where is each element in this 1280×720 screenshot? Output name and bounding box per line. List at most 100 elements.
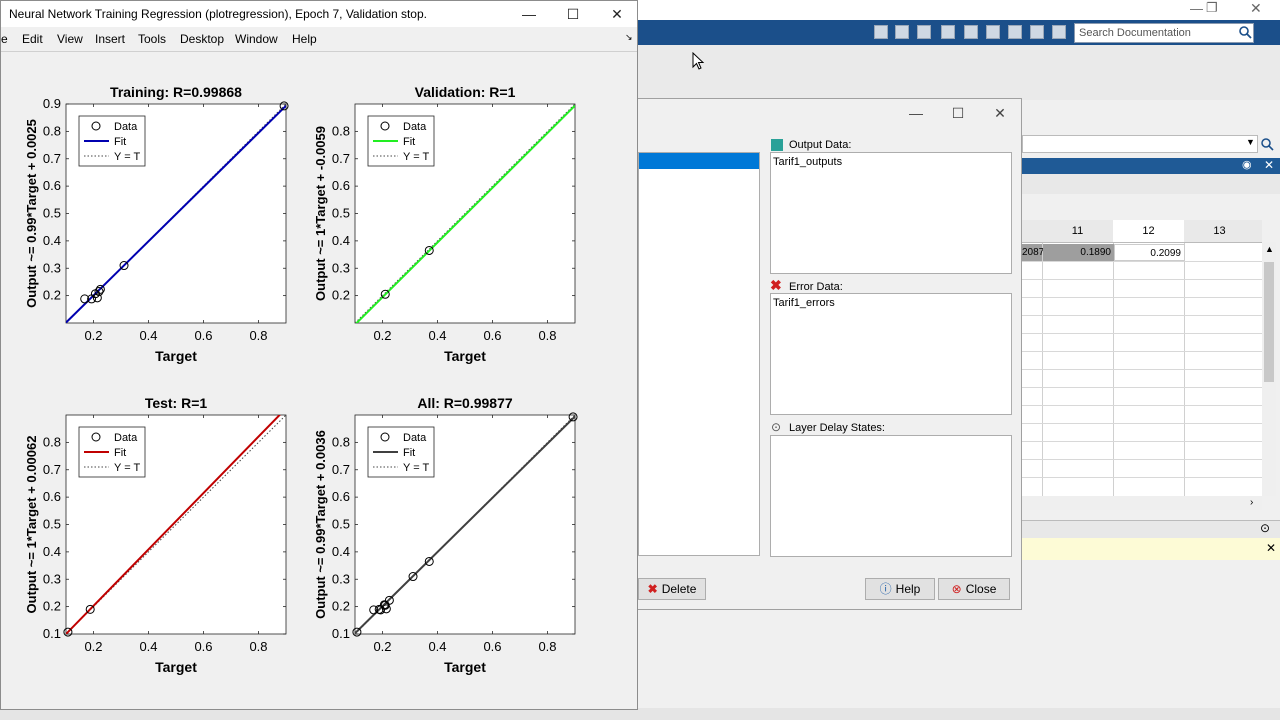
regression-plots: 0.2 0.4 0.6 0.8 0.2 0.3 0.4 0.5 0.6 0.7 0.8 0.9 Data… (24, 84, 578, 675)
toolbar-icon[interactable] (941, 25, 955, 39)
x-tick-label: 0.4 (139, 328, 157, 343)
mouse-cursor-icon (692, 52, 705, 70)
x-axis-label: Target (444, 348, 486, 364)
y-tick-label: 0.5 (43, 517, 61, 532)
y-tick-label: 0.5 (43, 206, 61, 221)
column-header[interactable]: 11 (1042, 220, 1113, 242)
toolbar-icon[interactable] (917, 25, 931, 39)
error-data-field[interactable]: Tarif1_errors (770, 293, 1012, 415)
x-axis-label: Target (155, 659, 197, 675)
legend-label: Fit (403, 447, 415, 459)
x-tick-label: 0.4 (428, 328, 446, 343)
legend-label: Data (403, 432, 427, 444)
matlab-restore-button[interactable]: ❐ (1206, 0, 1218, 16)
y-tick-label: 0.3 (332, 571, 350, 586)
help-button[interactable]: ⓘ Help (865, 578, 935, 600)
toolbar-icon[interactable] (986, 25, 1000, 39)
x-tick-label: 0.8 (249, 328, 267, 343)
layer-delay-icon: ⊙ (771, 420, 782, 434)
x-tick-label: 0.2 (84, 639, 102, 654)
output-data-field[interactable]: Tarif1_outputs (770, 152, 1012, 274)
network-list[interactable] (638, 152, 760, 556)
chevron-down-icon[interactable]: ▼ (1246, 137, 1255, 147)
y-tick-label: 0.4 (43, 233, 61, 248)
toolbar-icon[interactable] (964, 25, 978, 39)
x-tick-label: 0.2 (373, 639, 391, 654)
x-tick-label: 0.6 (194, 639, 212, 654)
layer-delay-states-label: Layer Delay States: (789, 422, 885, 434)
legend-label: Y = T (114, 462, 140, 474)
plot-0 (65, 101, 289, 324)
dialog-maximize-button[interactable]: ☐ (941, 99, 975, 127)
toolbar-icon[interactable] (1030, 25, 1044, 39)
close-icon[interactable]: ✕ (1264, 158, 1274, 172)
list-item-selected[interactable] (639, 153, 759, 169)
plot-2 (63, 414, 287, 637)
toolbar-icon[interactable] (895, 25, 909, 39)
legend-label: Y = T (403, 151, 429, 163)
matlab-ribbon (638, 45, 1280, 100)
delete-icon: ✖ (647, 582, 658, 596)
dialog-close-button[interactable]: ✕ (983, 99, 1017, 127)
dialog-minimize-button[interactable]: — (899, 99, 933, 127)
legend-label: Data (114, 432, 138, 444)
legend-label: Y = T (403, 462, 429, 474)
help-icon[interactable] (1052, 25, 1066, 39)
x-axis-label: Target (155, 348, 197, 364)
y-tick-label: 0.8 (43, 434, 61, 449)
search-icon[interactable] (1260, 137, 1274, 151)
y-tick-label: 0.3 (43, 571, 61, 586)
plot-title: Test: R=1 (145, 395, 208, 411)
y-tick-label: 0.8 (332, 434, 350, 449)
matlab-minimize-button[interactable]: — (1190, 1, 1203, 16)
y-tick-label: 0.3 (43, 260, 61, 275)
y-tick-label: 0.3 (332, 260, 350, 275)
y-tick-label: 0.4 (332, 233, 350, 248)
address-bar[interactable] (1022, 135, 1258, 153)
y-tick-label: 0.8 (43, 123, 61, 138)
legend-label: Fit (403, 136, 415, 148)
matlab-titlebar: — ❐ ✕ (638, 0, 1280, 20)
collapse-icon[interactable]: ◉ (1242, 158, 1252, 171)
help-button-label: Help (895, 582, 921, 596)
toolbar-icon[interactable] (874, 25, 888, 39)
close-icon[interactable]: ✕ (1266, 541, 1276, 555)
y-tick-label: 0.1 (43, 626, 61, 641)
table-cell[interactable]: 0.2099 (1114, 244, 1185, 261)
x-tick-label: 0.2 (373, 328, 391, 343)
layer-delay-states-field[interactable] (770, 435, 1012, 557)
scrollbar-thumb[interactable] (1264, 262, 1274, 382)
horizontal-scrollbar[interactable] (1022, 496, 1262, 510)
x-tick-label: 0.2 (84, 328, 102, 343)
table-cell[interactable]: 0.1890 (1043, 244, 1114, 261)
table-cell[interactable]: 2087 (1022, 244, 1044, 261)
column-header[interactable]: 13 (1184, 220, 1255, 242)
variable-editor-header: ◉ ✕ (1022, 158, 1280, 174)
error-data-label: Error Data: (789, 281, 843, 293)
y-axis-label: Output ~= 1*Target + 0.00062 (24, 436, 39, 614)
plot-1 (354, 103, 576, 324)
column-header-row: 11 12 13 (1022, 220, 1262, 243)
toolbar-icon[interactable] (1008, 25, 1022, 39)
scroll-up-icon[interactable]: ▲ (1265, 244, 1274, 254)
scroll-right-icon[interactable]: › (1250, 497, 1253, 508)
y-tick-label: 0.6 (332, 178, 350, 193)
close-button[interactable]: ⊗ Close (938, 578, 1010, 600)
y-tick-label: 0.6 (332, 489, 350, 504)
x-tick-label: 0.4 (139, 639, 157, 654)
column-header[interactable]: 12 (1113, 220, 1184, 242)
y-axis-label: Output ~= 1*Target + -0.0059 (313, 126, 328, 301)
search-documentation-input[interactable]: Search Documentation (1074, 23, 1254, 43)
y-tick-label: 0.6 (43, 489, 61, 504)
matlab-close-button[interactable]: ✕ (1250, 0, 1262, 17)
plot-title: Validation: R=1 (415, 84, 516, 100)
variable-editor-tabs (1022, 174, 1280, 194)
y-tick-label: 0.1 (332, 626, 350, 641)
plot-3 (352, 412, 578, 637)
collapse-icon[interactable]: ⊙ (1260, 521, 1270, 535)
y-tick-label: 0.5 (332, 517, 350, 532)
search-icon[interactable] (1238, 25, 1252, 39)
y-axis-label: Output ~= 0.99*Target + 0.0025 (24, 119, 39, 308)
delete-button[interactable]: ✖ Delete (638, 578, 706, 600)
y-tick-label: 0.2 (332, 288, 350, 303)
